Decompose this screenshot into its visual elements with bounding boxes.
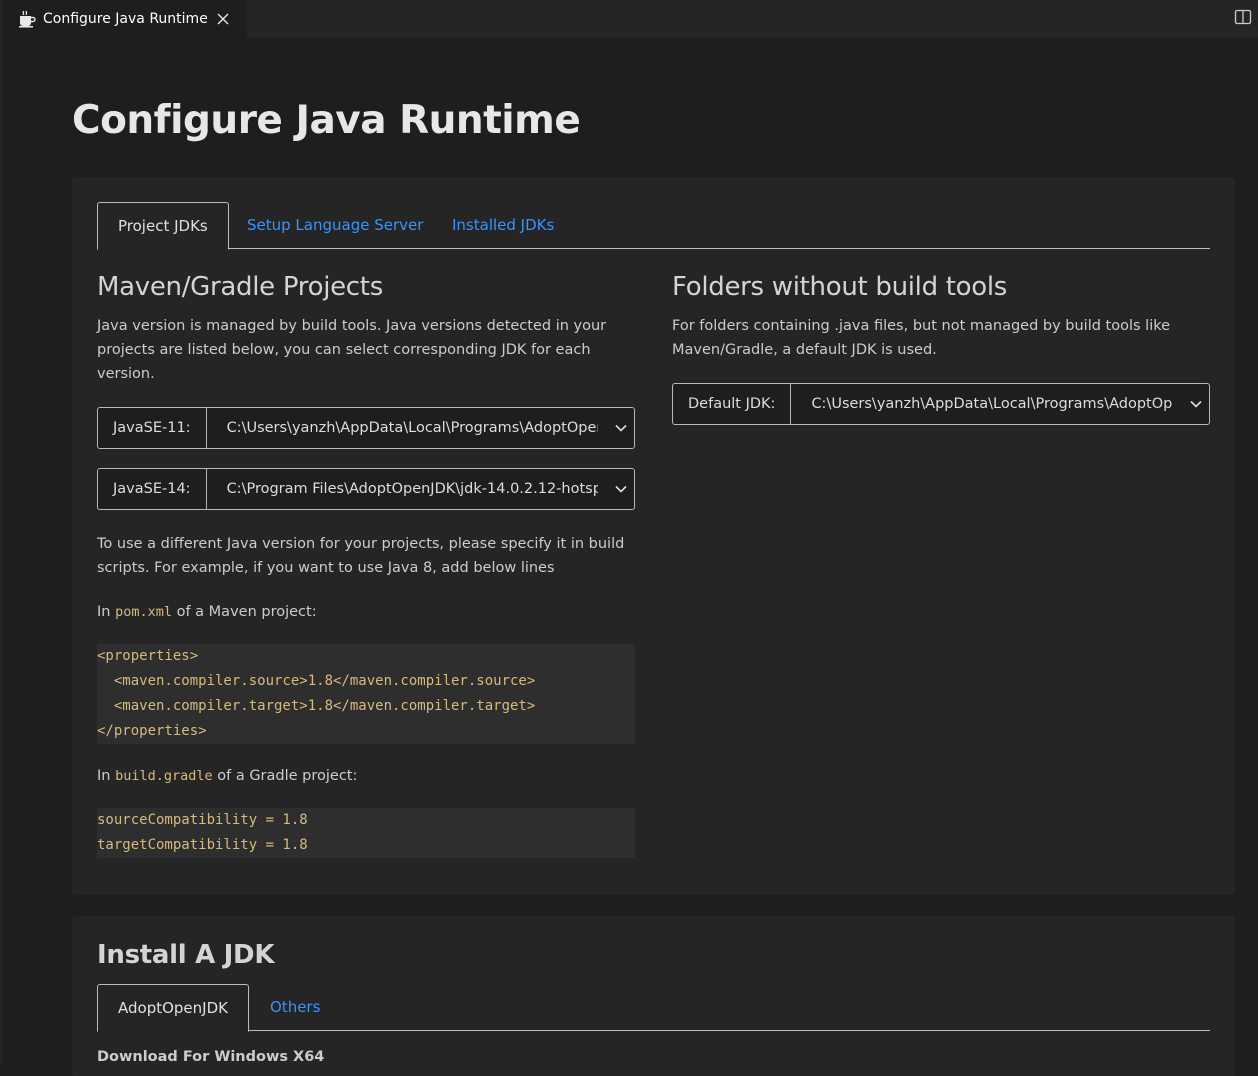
jdk-select-default[interactable]: C:\Users\yanzh\AppData\Local\Programs\Ad… — [791, 384, 1209, 424]
tab-installed-jdks[interactable]: Installed JDKs — [452, 202, 554, 249]
maven-instruction: In pom.xml of a Maven project: — [97, 600, 635, 624]
tab-setup-language-server[interactable]: Setup Language Server — [247, 202, 423, 249]
jdk-select-javase-14[interactable]: C:\Program Files\AdoptOpenJDK\jdk-14.0.2… — [207, 469, 634, 509]
tab-others[interactable]: Others — [270, 984, 320, 1031]
close-icon[interactable] — [216, 12, 230, 26]
install-tab-list: AdoptOpenJDK Others — [97, 984, 1210, 1032]
main-tab-list: Project JDKs Setup Language Server Insta… — [97, 202, 1210, 250]
maven-gradle-description: Java version is managed by build tools. … — [97, 318, 607, 382]
gradle-code-block: sourceCompatibility = 1.8 targetCompatib… — [97, 808, 635, 858]
jdk-row-javase-14: JavaSE-14: C:\Program Files\AdoptOpenJDK… — [97, 468, 635, 510]
project-jdks-panel: Project JDKs Setup Language Server Insta… — [72, 177, 1235, 895]
page-title: Configure Java Runtime — [72, 98, 581, 143]
install-title: Install A JDK — [97, 940, 275, 970]
maven-gradle-title: Maven/Gradle Projects — [97, 272, 383, 302]
maven-suffix: of a Maven project: — [171, 604, 317, 620]
editor-tab-label: Configure Java Runtime — [43, 11, 208, 27]
split-editor-icon[interactable] — [1234, 8, 1252, 26]
jdk-label: JavaSE-11: — [98, 408, 207, 448]
jdk-select-value: C:\Users\yanzh\AppData\Local\Programs\Ad… — [226, 420, 598, 436]
java-version-hint: To use a different Java version for your… — [97, 536, 625, 576]
editor-tab-bar: Configure Java Runtime — [0, 0, 1258, 38]
java-cup-icon — [19, 10, 36, 28]
gradle-prefix: In — [97, 768, 116, 784]
jdk-select-value: C:\Program Files\AdoptOpenJDK\jdk-14.0.2… — [226, 481, 598, 497]
pom-xml-code: pom.xml — [115, 604, 172, 620]
code-line: sourceCompatibility = 1.8 — [97, 812, 308, 828]
gradle-suffix: of a Gradle project: — [212, 768, 358, 784]
code-line: <maven.compiler.target>1.8</maven.compil… — [97, 698, 536, 714]
download-subtitle: Download For Windows X64 — [97, 1049, 325, 1065]
chevron-down-icon — [1190, 400, 1202, 408]
jdk-select-value: C:\Users\yanzh\AppData\Local\Programs\Ad… — [811, 396, 1173, 412]
folders-section: Folders without build tools For folders … — [672, 269, 1210, 425]
editor-tab-configure-java[interactable]: Configure Java Runtime — [3, 0, 247, 38]
code-line: <maven.compiler.source>1.8</maven.compil… — [97, 673, 536, 689]
tab-project-jdks[interactable]: Project JDKs — [97, 202, 229, 250]
folders-title: Folders without build tools — [672, 272, 1008, 302]
jdk-label: JavaSE-14: — [98, 469, 207, 509]
chevron-down-icon — [615, 424, 627, 432]
chevron-down-icon — [615, 485, 627, 493]
build-gradle-code: build.gradle — [115, 768, 213, 784]
maven-gradle-section: Maven/Gradle Projects Java version is ma… — [97, 269, 635, 858]
code-line: targetCompatibility = 1.8 — [97, 837, 308, 853]
jdk-row-javase-11: JavaSE-11: C:\Users\yanzh\AppData\Local\… — [97, 407, 635, 449]
tab-adoptopenjdk[interactable]: AdoptOpenJDK — [97, 984, 249, 1032]
editor-window: Configure Java Runtime Configure Java Ru… — [0, 0, 1258, 1076]
maven-prefix: In — [97, 604, 116, 620]
jdk-label: Default JDK: — [673, 384, 792, 424]
gradle-instruction: In build.gradle of a Gradle project: — [97, 764, 635, 788]
install-jdk-panel: Install A JDK AdoptOpenJDK Others Downlo… — [72, 916, 1235, 1076]
code-line: </properties> — [97, 723, 207, 739]
folders-description: For folders containing .java files, but … — [672, 318, 1171, 358]
code-line: <properties> — [97, 648, 199, 664]
activity-edge — [0, 0, 3, 1065]
jdk-row-default: Default JDK: C:\Users\yanzh\AppData\Loca… — [672, 383, 1210, 425]
maven-code-block: <properties> <maven.compiler.source>1.8<… — [97, 644, 635, 744]
jdk-select-javase-11[interactable]: C:\Users\yanzh\AppData\Local\Programs\Ad… — [207, 408, 634, 448]
